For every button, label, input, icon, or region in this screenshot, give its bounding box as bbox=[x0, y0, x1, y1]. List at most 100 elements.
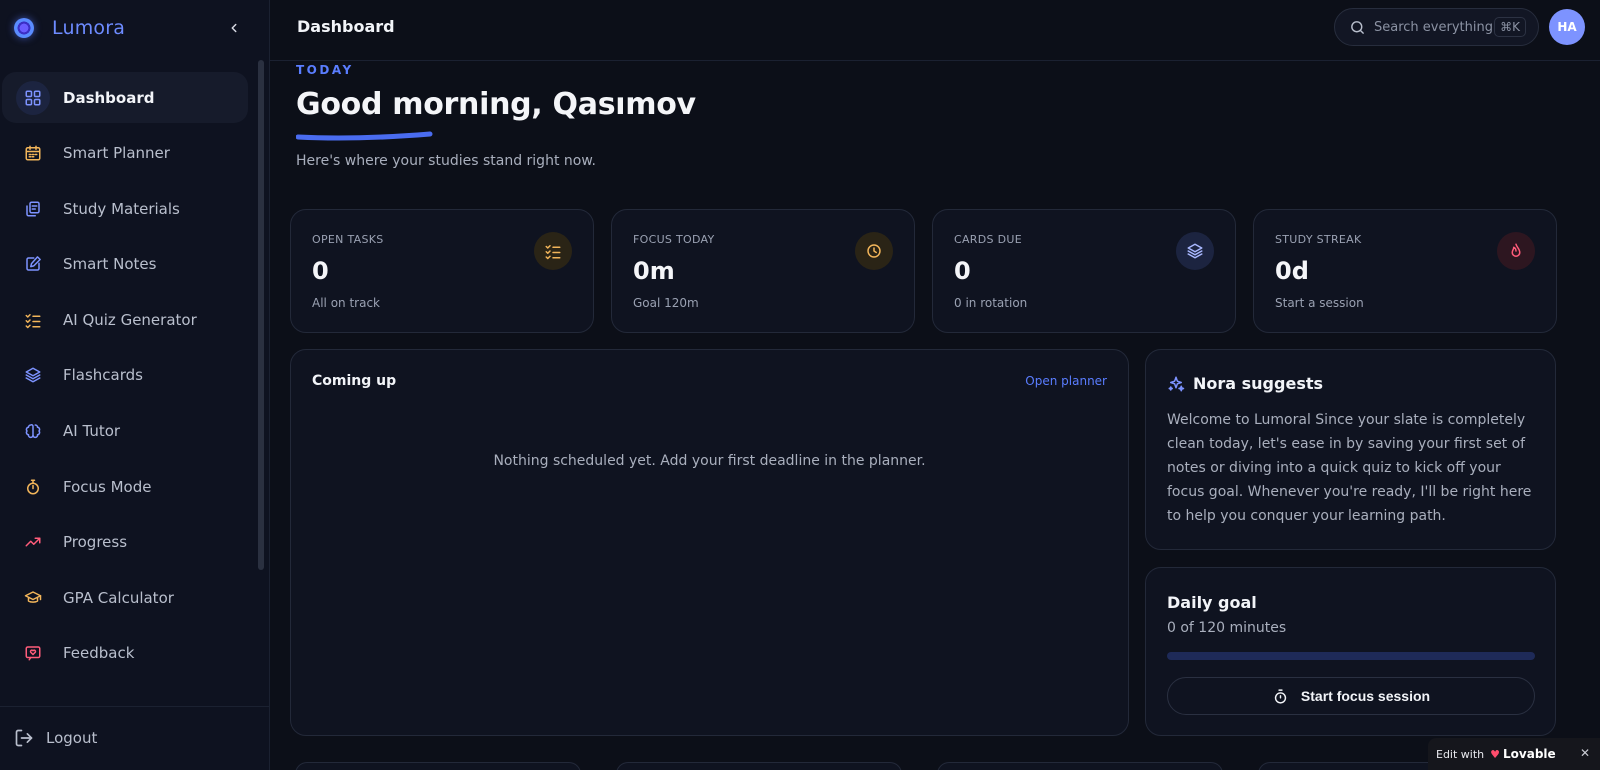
files-icon bbox=[26, 201, 40, 217]
card-peek bbox=[295, 762, 581, 770]
sidebar-item-focus-mode[interactable]: Focus Mode bbox=[2, 461, 248, 512]
nav-icon-wrap bbox=[22, 198, 44, 220]
coming-up-title: Coming up bbox=[312, 373, 397, 389]
logout-icon bbox=[15, 729, 33, 747]
sidebar-item-feedback[interactable]: Feedback bbox=[2, 628, 248, 679]
stat-subtext: Start a session bbox=[1275, 296, 1364, 310]
checklist-icon bbox=[25, 313, 41, 329]
collapse-sidebar-button[interactable] bbox=[222, 16, 246, 40]
nav-icon-wrap bbox=[16, 80, 50, 115]
grid-icon bbox=[25, 90, 41, 105]
sidebar-item-label: AI Quiz Generator bbox=[63, 310, 197, 329]
nav-icon-wrap bbox=[22, 476, 44, 498]
nav-icon-wrap bbox=[22, 531, 44, 553]
greeting-heading: Good morning, Qasımov bbox=[296, 87, 696, 122]
timer-icon bbox=[27, 479, 39, 495]
sidebar-item-label: GPA Calculator bbox=[63, 588, 174, 607]
sidebar-item-label: Dashboard bbox=[63, 88, 155, 107]
nora-message: Welcome to Lumoral Since your slate is c… bbox=[1167, 412, 1532, 524]
clock-icon bbox=[867, 244, 881, 258]
sidebar-scrollbar[interactable] bbox=[258, 60, 264, 570]
stat-label: CARDS DUE bbox=[954, 233, 1022, 246]
nav-icon-wrap bbox=[22, 364, 44, 386]
graduation-cap-icon bbox=[24, 591, 42, 603]
stat-icon-badge bbox=[1176, 232, 1214, 270]
stat-label: FOCUS TODAY bbox=[633, 233, 715, 246]
sidebar-item-label: AI Tutor bbox=[63, 422, 121, 441]
stat-icon-badge bbox=[534, 232, 572, 270]
sidebar-item-label: Smart Notes bbox=[63, 255, 157, 274]
coming-up-panel: Coming up Open planner Nothing scheduled… bbox=[290, 349, 1129, 736]
main-content: TODAY Good morning, Qasımov Here's where… bbox=[270, 61, 1600, 770]
greeting-underline bbox=[296, 131, 433, 141]
sidebar-nav: Dashboard Smart Planner Study Materials Sma… bbox=[0, 72, 256, 692]
close-icon[interactable]: ✕ bbox=[1580, 746, 1590, 760]
page-subtitle: Here's where your studies stand right no… bbox=[296, 153, 596, 169]
nav-icon-wrap bbox=[22, 642, 44, 664]
heart-message-icon bbox=[25, 646, 41, 661]
stat-icon-badge bbox=[855, 232, 893, 270]
stat-card-focus-today: FOCUS TODAY 0m Goal 120m bbox=[611, 209, 915, 333]
stat-card-cards-due: CARDS DUE 0 0 in rotation bbox=[932, 209, 1236, 333]
avatar[interactable]: HA bbox=[1549, 9, 1585, 45]
eyebrow: TODAY bbox=[296, 63, 354, 77]
sidebar-item-label: Feedback bbox=[63, 644, 135, 663]
search-shortcut: ⌘K bbox=[1494, 17, 1526, 37]
sidebar-item-dashboard[interactable]: Dashboard bbox=[2, 72, 248, 123]
nav-icon-wrap bbox=[22, 420, 44, 442]
daily-goal-progress-bar bbox=[1167, 652, 1535, 660]
badge-brand: ♥ Lovable bbox=[1490, 747, 1556, 761]
nav-icon-wrap bbox=[22, 587, 44, 609]
brand[interactable]: Lumora bbox=[14, 14, 254, 42]
card-peek bbox=[616, 762, 902, 770]
daily-goal-title: Daily goal bbox=[1167, 593, 1257, 612]
card-peek bbox=[937, 762, 1223, 770]
sparkles-icon bbox=[1168, 376, 1185, 391]
start-focus-session-label: Start focus session bbox=[1300, 688, 1431, 704]
open-planner-link[interactable]: Open planner bbox=[1025, 374, 1107, 388]
sidebar-item-smart-notes[interactable]: Smart Notes bbox=[2, 239, 248, 290]
stat-subtext: All on track bbox=[312, 296, 380, 310]
calendar-icon bbox=[25, 145, 41, 161]
sidebar-item-smart-planner[interactable]: Smart Planner bbox=[2, 128, 248, 179]
stat-label: STUDY STREAK bbox=[1275, 233, 1362, 246]
sidebar-item-ai-quiz-generator[interactable]: AI Quiz Generator bbox=[2, 294, 248, 345]
stat-card-study-streak: STUDY STREAK 0d Start a session bbox=[1253, 209, 1557, 333]
sidebar-item-label: Smart Planner bbox=[63, 144, 170, 163]
checklist-icon bbox=[545, 245, 561, 260]
stat-value: 0m bbox=[633, 257, 675, 285]
sidebar-item-study-materials[interactable]: Study Materials bbox=[2, 183, 248, 234]
layers-icon bbox=[1187, 243, 1203, 259]
trending-up-icon bbox=[25, 537, 41, 547]
sidebar-item-label: Study Materials bbox=[63, 199, 180, 218]
stat-card-open-tasks: OPEN TASKS 0 All on track bbox=[290, 209, 594, 333]
start-focus-session-button[interactable]: Start focus session bbox=[1167, 677, 1535, 715]
brain-icon bbox=[25, 424, 41, 439]
daily-goal-panel: Daily goal 0 of 120 minutes Start focus … bbox=[1145, 567, 1556, 736]
sidebar-item-label: Flashcards bbox=[63, 366, 143, 385]
page-title: Dashboard bbox=[297, 17, 395, 36]
stat-subtext: Goal 120m bbox=[633, 296, 699, 310]
nora-suggests-panel: Nora suggests Welcome to Lumoral Since y… bbox=[1145, 349, 1556, 550]
nav-icon-wrap bbox=[22, 253, 44, 275]
badge-text: Edit with bbox=[1436, 747, 1485, 761]
stat-value: 0 bbox=[312, 257, 329, 285]
sidebar-item-flashcards[interactable]: Flashcards bbox=[2, 350, 248, 401]
edit-note-icon bbox=[26, 256, 41, 272]
sidebar-item-gpa-calculator[interactable]: GPA Calculator bbox=[2, 572, 248, 623]
sidebar-item-label: Focus Mode bbox=[63, 477, 152, 496]
sidebar-item-ai-tutor[interactable]: AI Tutor bbox=[2, 406, 248, 457]
sidebar-item-label: Progress bbox=[63, 533, 128, 552]
edit-with-lovable-badge[interactable]: Edit with ♥ Lovable ✕ bbox=[1428, 738, 1600, 770]
lumora-logo-icon bbox=[14, 18, 34, 38]
sidebar-divider bbox=[0, 706, 270, 707]
stat-value: 0 bbox=[954, 257, 971, 285]
nav-icon-wrap bbox=[22, 142, 44, 164]
search-input[interactable]: Search everything ⌘K bbox=[1334, 8, 1539, 46]
logout-button[interactable]: Logout bbox=[14, 728, 97, 748]
flame-icon bbox=[1511, 243, 1521, 257]
sidebar-item-progress[interactable]: Progress bbox=[2, 517, 248, 568]
search-placeholder: Search everything bbox=[1374, 19, 1493, 35]
logout-label: Logout bbox=[46, 729, 98, 747]
coming-up-empty-state: Nothing scheduled yet. Add your first de… bbox=[493, 453, 926, 469]
